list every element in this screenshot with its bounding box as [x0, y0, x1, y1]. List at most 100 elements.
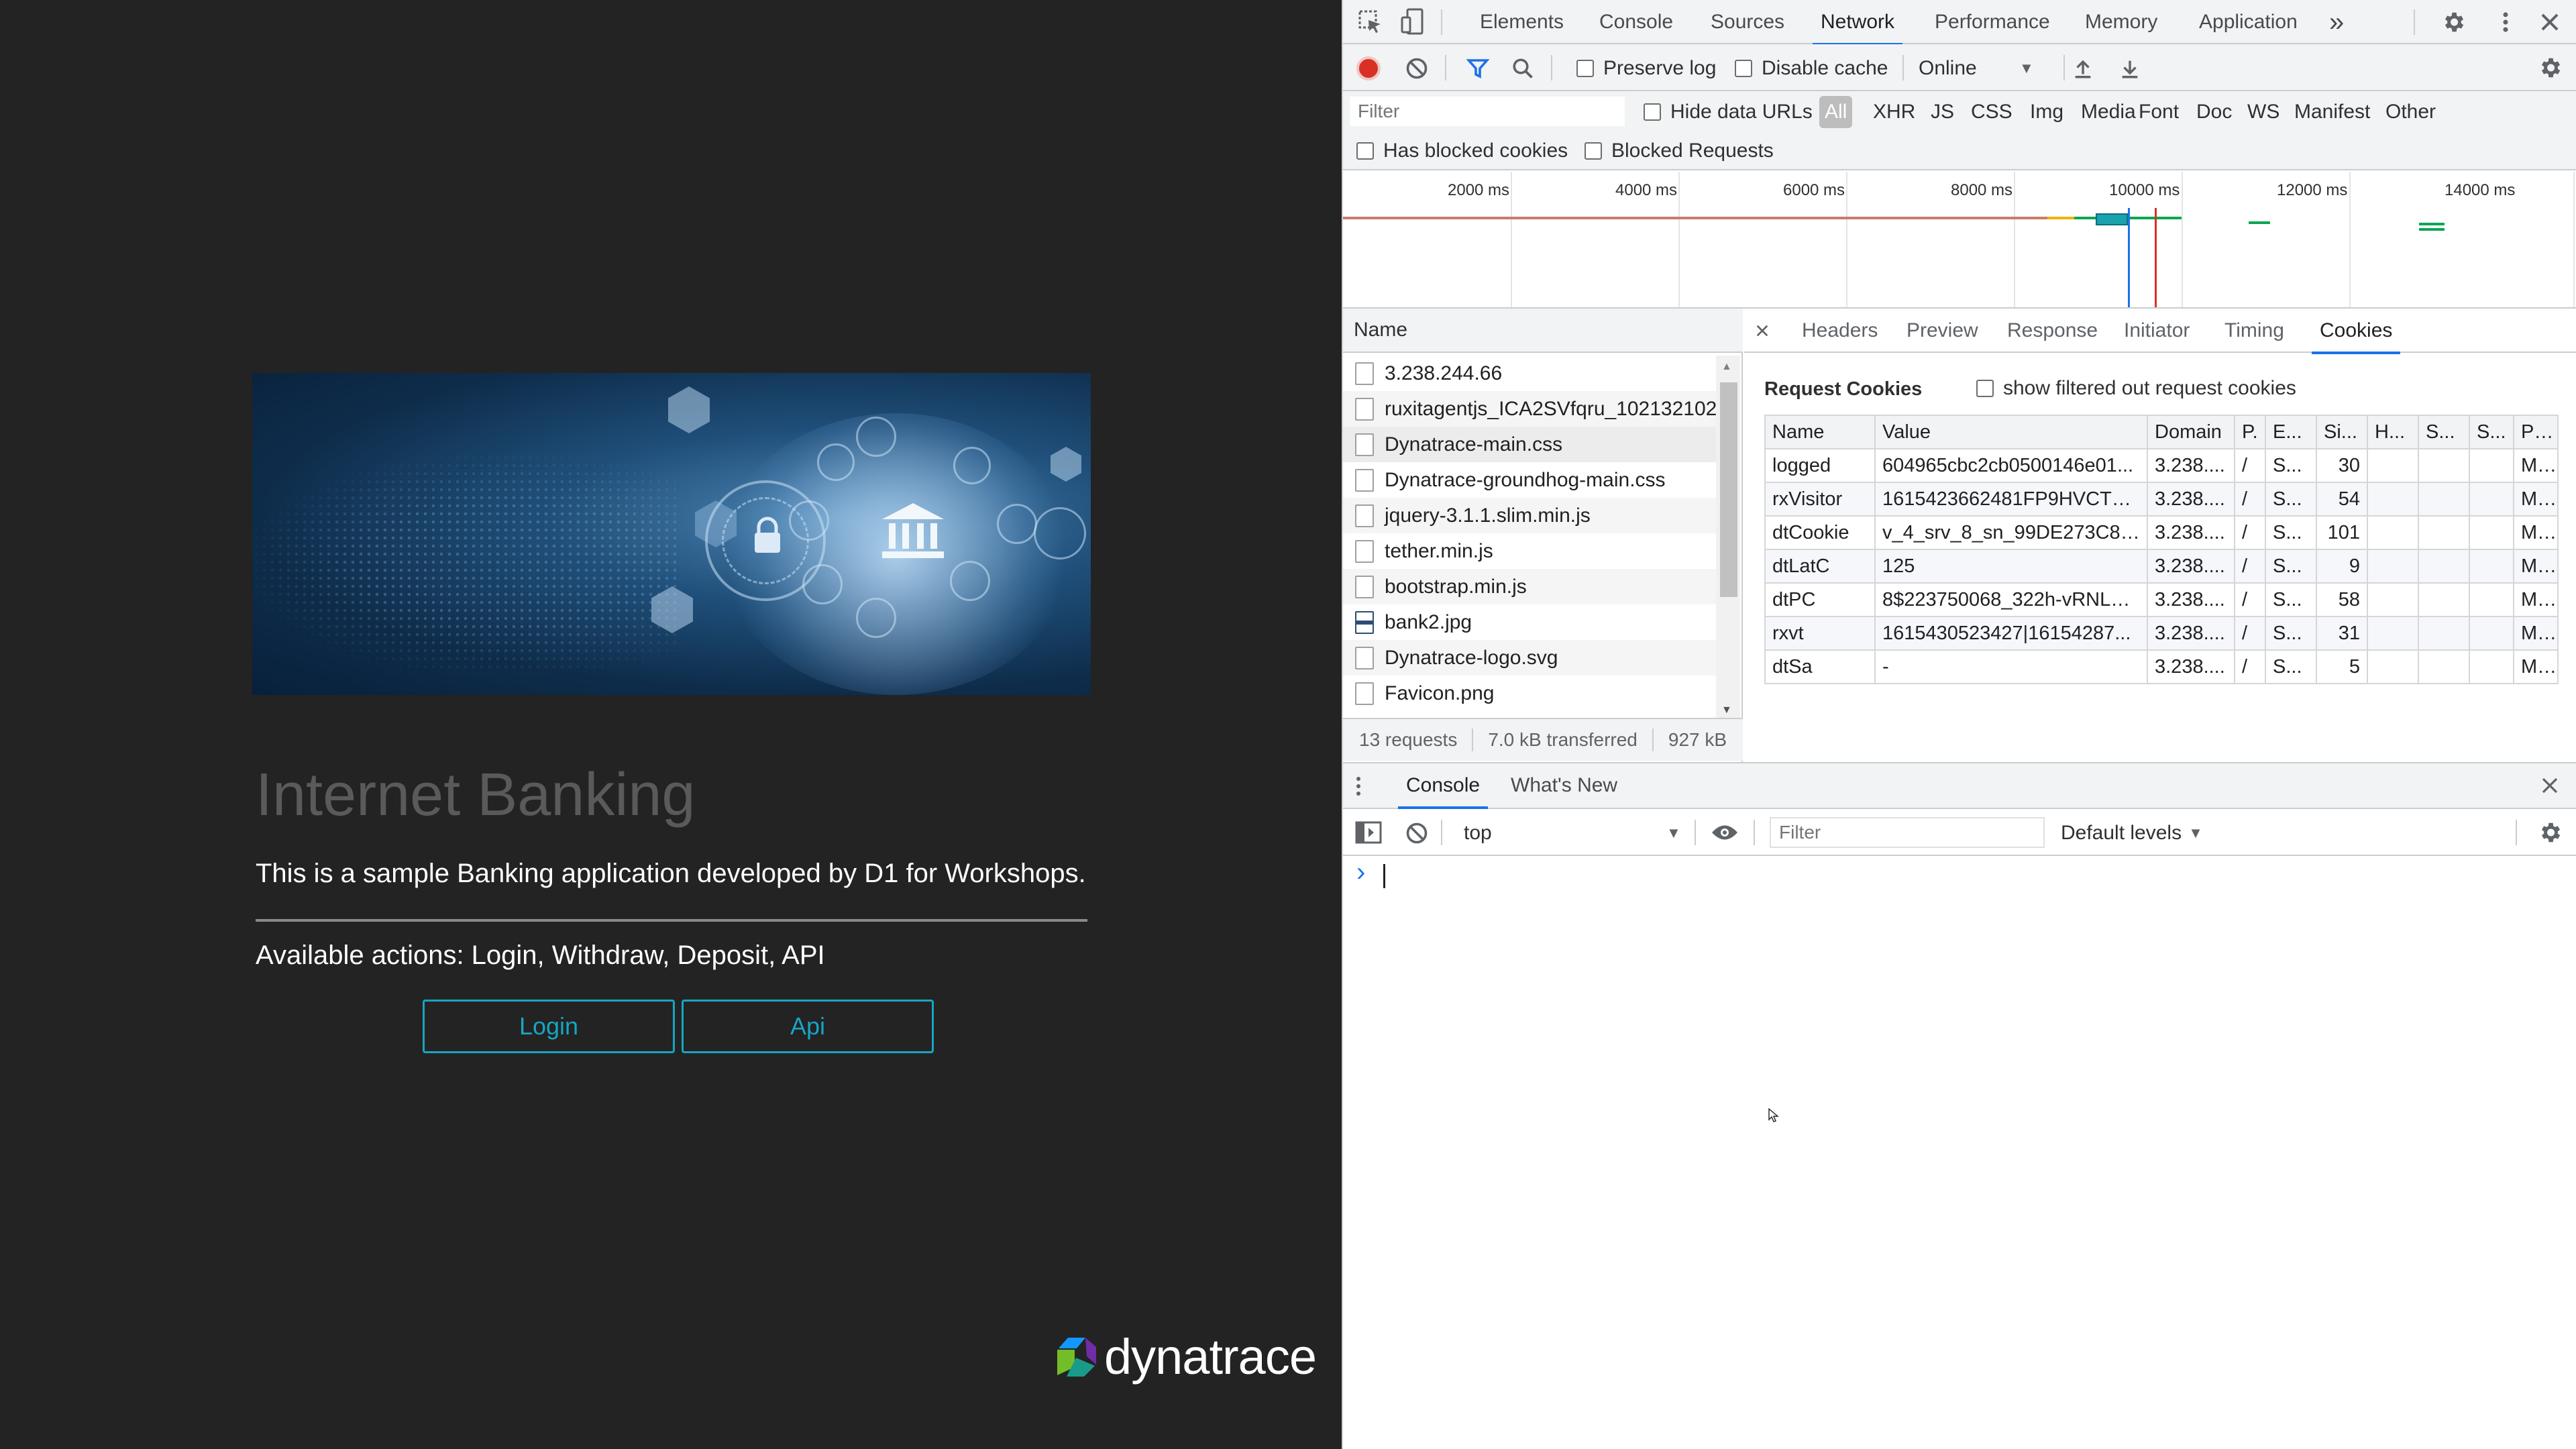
record-icon[interactable]: [1356, 56, 1381, 80]
sidebar-toggle-icon[interactable]: [1355, 821, 1382, 844]
column-header[interactable]: S...: [2469, 415, 2514, 449]
login-button[interactable]: Login: [423, 1000, 675, 1053]
request-row[interactable]: ruxitagentjs_ICA2SVfqru_10213210221: [1343, 391, 1716, 427]
checkbox-box[interactable]: [1585, 142, 1602, 160]
checkbox-box[interactable]: [1735, 60, 1752, 77]
inspect-element-icon[interactable]: [1358, 9, 1383, 35]
tab-cookies[interactable]: Cookies: [2311, 309, 2401, 354]
request-row[interactable]: bank2.jpg: [1343, 604, 1716, 640]
filter-type-media[interactable]: Media: [2081, 91, 2136, 133]
tab-response[interactable]: Response: [2007, 309, 2098, 353]
network-overview-timeline[interactable]: 2000 ms 4000 ms 6000 ms 8000 ms 10000 ms…: [1343, 172, 2576, 309]
log-levels-dropdown[interactable]: Default levels ▼: [2061, 821, 2203, 845]
column-header[interactable]: S...: [2418, 415, 2470, 449]
filter-type-css[interactable]: CSS: [1971, 91, 2012, 133]
show-filtered-cookies-checkbox[interactable]: show filtered out request cookies: [1976, 377, 2296, 400]
console-filter-input[interactable]: [1770, 817, 2045, 848]
column-header[interactable]: Value: [1874, 415, 2148, 449]
column-header[interactable]: Si...: [2316, 415, 2368, 449]
tab-headers[interactable]: Headers: [1802, 309, 1878, 353]
filter-type-doc[interactable]: Doc: [2196, 91, 2232, 133]
scroll-up-icon[interactable]: ▲: [1721, 361, 1732, 373]
cookie-row[interactable]: dtLatC 125 3.238.... / S... 9 M...: [1764, 549, 2559, 584]
api-button[interactable]: Api: [682, 1000, 934, 1053]
console-caret[interactable]: [1383, 864, 1385, 888]
disable-cache-checkbox[interactable]: Disable cache: [1735, 56, 1888, 80]
filter-type-all[interactable]: All: [1819, 96, 1853, 128]
filter-type-manifest[interactable]: Manifest: [2294, 91, 2370, 133]
search-icon[interactable]: [1511, 56, 1535, 80]
scroll-down-icon[interactable]: ▼: [1721, 704, 1732, 716]
checkbox-box[interactable]: [1976, 380, 1994, 397]
tab-elements[interactable]: Elements: [1480, 0, 1564, 44]
more-tabs-icon[interactable]: »: [2329, 0, 2344, 44]
checkbox-box[interactable]: [1644, 103, 1661, 121]
filter-type-font[interactable]: Font: [2139, 91, 2179, 133]
column-header[interactable]: E...: [2265, 415, 2317, 449]
request-row[interactable]: tether.min.js: [1343, 533, 1716, 569]
tab-initiator[interactable]: Initiator: [2124, 309, 2190, 353]
tab-timing[interactable]: Timing: [2224, 309, 2284, 353]
filter-type-ws[interactable]: WS: [2247, 91, 2279, 133]
cookie-row[interactable]: rxVisitor 1615423662481FP9HVCTJL... 3.238.…: [1764, 482, 2559, 517]
tab-memory[interactable]: Memory: [2085, 0, 2157, 44]
settings-gear-icon[interactable]: [2440, 9, 2466, 35]
console-output[interactable]: ›: [1343, 856, 2576, 1449]
hide-data-urls-checkbox[interactable]: Hide data URLs: [1644, 101, 1813, 123]
request-row[interactable]: Dynatrace-logo.svg: [1343, 640, 1716, 676]
clear-console-icon[interactable]: [1405, 821, 1429, 845]
tab-preview[interactable]: Preview: [1907, 309, 1978, 353]
scrollbar-thumb[interactable]: [1720, 382, 1737, 597]
column-header[interactable]: H...: [2367, 415, 2419, 449]
filter-type-img[interactable]: Img: [2030, 91, 2063, 133]
request-row[interactable]: 3.238.244.66: [1343, 356, 1716, 391]
close-icon[interactable]: [2537, 9, 2563, 35]
column-header[interactable]: P.: [2234, 415, 2266, 449]
throttling-select[interactable]: Online ▼: [1919, 56, 2053, 80]
filter-input[interactable]: [1350, 97, 1625, 126]
request-row[interactable]: jquery-3.1.1.slim.min.js: [1343, 498, 1716, 533]
filter-type-js[interactable]: JS: [1931, 91, 1954, 133]
cookie-row[interactable]: logged 604965cbc2cb0500146e01... 3.238....…: [1764, 448, 2559, 483]
network-settings-icon[interactable]: [2537, 55, 2563, 80]
column-header[interactable]: Pr...: [2513, 415, 2559, 449]
clear-icon[interactable]: [1405, 56, 1429, 80]
has-blocked-cookies-checkbox[interactable]: Has blocked cookies: [1356, 140, 1568, 162]
request-row[interactable]: Dynatrace-main.css: [1343, 427, 1716, 462]
name-column-header[interactable]: Name: [1343, 309, 1743, 353]
tab-network[interactable]: Network: [1812, 0, 1903, 46]
drawer-tab-console[interactable]: Console: [1397, 763, 1489, 809]
column-header[interactable]: Domain: [2147, 415, 2235, 449]
filter-type-xhr[interactable]: XHR: [1873, 91, 1915, 133]
import-har-icon[interactable]: [2072, 56, 2094, 80]
tab-performance[interactable]: Performance: [1935, 0, 2050, 44]
cookie-row[interactable]: dtCookie v_4_srv_8_sn_99DE273C8C... 3.238.…: [1764, 515, 2559, 550]
drawer-tab-whats-new[interactable]: What's New: [1511, 763, 1617, 808]
checkbox-box[interactable]: [1576, 60, 1594, 77]
filter-type-other[interactable]: Other: [2385, 91, 2436, 133]
blocked-requests-checkbox[interactable]: Blocked Requests: [1585, 140, 1774, 162]
device-toolbar-icon[interactable]: [1401, 8, 1425, 35]
preserve-log-checkbox[interactable]: Preserve log: [1576, 56, 1716, 80]
close-drawer-icon[interactable]: [2540, 775, 2560, 796]
export-har-icon[interactable]: [2118, 56, 2141, 80]
column-header[interactable]: Name: [1764, 415, 1876, 449]
checkbox-box[interactable]: [1356, 142, 1374, 160]
tab-console[interactable]: Console: [1599, 0, 1673, 44]
request-row[interactable]: Dynatrace-groundhog-main.css: [1343, 462, 1716, 498]
cookie-row[interactable]: dtPC 8$223750068_322h-vRNLN... 3.238.... / S…: [1764, 582, 2559, 617]
tab-sources[interactable]: Sources: [1711, 0, 1784, 44]
more-options-icon[interactable]: [2493, 9, 2518, 35]
request-row[interactable]: Favicon.png: [1343, 676, 1716, 711]
cookie-row[interactable]: dtSa -3.238.... / S... 5 M...: [1764, 649, 2559, 684]
filter-icon[interactable]: [1465, 56, 1491, 80]
cookie-row[interactable]: rxvt 1615430523427|16154287... 3.238.... / S…: [1764, 616, 2559, 651]
close-detail-icon[interactable]: [1755, 323, 1770, 338]
tab-application[interactable]: Application: [2199, 0, 2298, 44]
console-settings-icon[interactable]: [2537, 820, 2563, 845]
live-expression-eye-icon[interactable]: [1711, 822, 1739, 843]
request-list-scrollbar[interactable]: ▲ ▼: [1716, 356, 1740, 724]
request-row[interactable]: bootstrap.min.js: [1343, 569, 1716, 604]
drawer-menu-icon[interactable]: [1355, 775, 1362, 797]
context-selector[interactable]: top ▼: [1464, 821, 1685, 845]
